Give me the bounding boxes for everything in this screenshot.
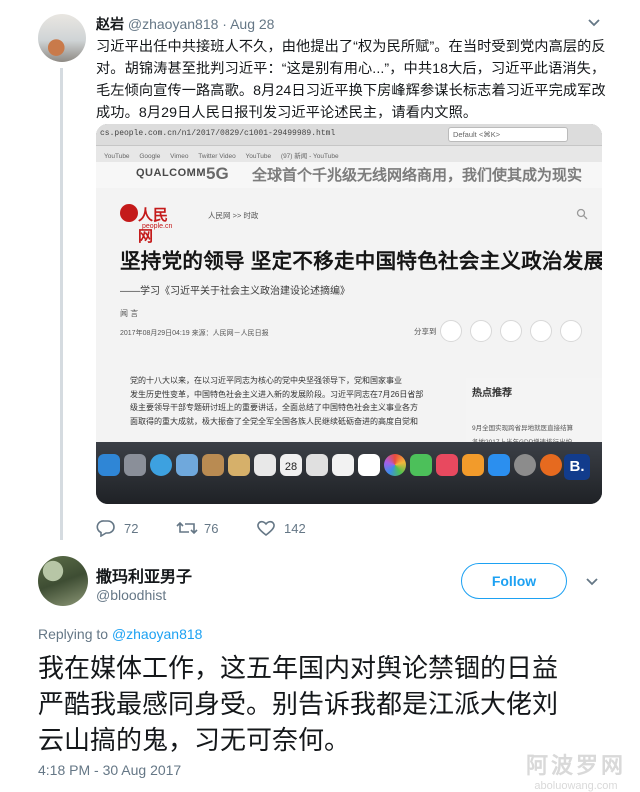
tweet-photo[interactable]: cs.people.com.cn/n1/2017/0829/c1001-2949… — [96, 124, 602, 504]
display-name[interactable]: 撒玛利亚男子 — [96, 563, 192, 587]
thread-connector-line — [60, 68, 63, 540]
parent-tweet[interactable]: 赵岩 @zhaoyan818 · Aug 28 习近平出任中共接班人不久，由他提… — [0, 0, 640, 548]
share-more-icon — [560, 320, 582, 342]
mail-icon — [176, 454, 198, 476]
booking-icon: B. — [564, 454, 590, 480]
banner-5g: 5G — [206, 164, 229, 183]
watermark-cn: 阿波罗网 — [525, 753, 626, 778]
people-logo: 人民网 people.cn — [120, 204, 178, 245]
reminders-icon — [306, 454, 328, 476]
settings-icon — [514, 454, 536, 476]
chevron-down-icon[interactable] — [584, 573, 600, 589]
launchpad-icon — [124, 454, 146, 476]
photos-icon — [384, 454, 406, 476]
tweet-text-line: 对。胡锦涛甚至批判习近平：“这是别有用心...”，中共18大后，习近平此语消失， — [96, 61, 606, 77]
retweet-icon — [176, 521, 198, 535]
photo-icon — [254, 454, 276, 476]
avatar[interactable] — [38, 14, 86, 62]
bookmark: (97) 新闻 - YouTube — [280, 153, 339, 160]
tweet-text-line: 习近平出任中共接班人不久，由他提出了“权为民所赋”。在当时受到党内高层的反 — [96, 39, 606, 55]
photo-url: cs.people.com.cn/n1/2017/0829/c1001-2949… — [100, 129, 336, 138]
tweet-date[interactable]: Aug 28 — [230, 16, 274, 32]
banner-slogan: 全球首个千兆级无线网络商用，我们使其成为现实 — [252, 167, 583, 184]
notes-icon — [228, 454, 250, 476]
replying-prefix: Replying to — [38, 626, 109, 642]
textedit-icon — [358, 454, 380, 476]
people-logo-mark — [120, 204, 138, 222]
photo-article-line: 党的十八大以来，在以习近平同志为核心的党中央坚强领导下，党和国家事业 — [130, 376, 402, 385]
photo-headline: 坚持党的领导 坚定不移走中国特色社会主义政治发展道路 — [120, 250, 602, 273]
avatar[interactable] — [38, 556, 88, 606]
share-weibo-icon — [470, 320, 492, 342]
share-wechat-icon — [500, 320, 522, 342]
notes2-icon — [332, 454, 354, 476]
bookmark: YouTube — [104, 153, 130, 160]
retweet-count: 76 — [204, 521, 219, 536]
share-people-icon — [440, 320, 462, 342]
share-star-icon — [530, 320, 552, 342]
photo-dateline: 2017年08月29日04:19 来源：人民网－人民日报 — [120, 330, 269, 337]
calendar-icon: 28 — [280, 454, 302, 476]
photo-bookmarks-bar: YouTube Google Vimeo Twitter Video YouTu… — [96, 146, 602, 162]
photo-mac-dock: 28 B. — [96, 442, 602, 504]
replying-handle-link[interactable]: @zhaoyan818 — [112, 626, 203, 642]
tweet-timestamp[interactable]: 4:18 PM - 30 Aug 2017 — [38, 762, 181, 778]
contacts-icon — [202, 454, 224, 476]
hot-item: 9月全国实现跨省异地就医直接结算 — [472, 425, 574, 432]
bookmark: YouTube — [245, 153, 272, 160]
banner-brand: QUALCOMM — [136, 167, 206, 179]
photo-address-field: Default <⌘K> — [448, 127, 568, 142]
photo-article-body: 党的十八大以来，在以习近平同志为核心的党中央坚强领导下，党和国家事业 发生历史性… — [130, 374, 460, 428]
photo-url-bar: cs.people.com.cn/n1/2017/0829/c1001-2949… — [96, 124, 602, 146]
watermark: 阿波罗网 aboluowang.com — [520, 748, 632, 792]
books-icon — [462, 454, 484, 476]
photo-share-label: 分享到 — [414, 327, 437, 336]
reply-icon — [96, 520, 115, 537]
firefox-icon — [540, 454, 562, 476]
handle[interactable]: @bloodhist — [96, 587, 166, 603]
replying-to: Replying to @zhaoyan818 — [38, 626, 202, 642]
reply-count: 72 — [124, 521, 139, 536]
photo-article-line: 发生历史性变革，中国特色社会主义进入新的发展阶段。习近平同志在7月26日省部 — [130, 389, 424, 399]
tweet-header: 赵岩 @zhaoyan818 · Aug 28 — [96, 14, 274, 34]
photo-author: 闻 言 — [120, 309, 139, 318]
display-name[interactable]: 赵岩 — [96, 16, 124, 32]
tweet-text-line: 成功。8月29日人民日报刊发习近平论述民主，请看内文照。 — [96, 105, 478, 121]
like-count: 142 — [284, 521, 306, 536]
bookmark: Vimeo — [170, 153, 189, 160]
music-icon — [436, 454, 458, 476]
photo-article-line: 面取得的重大成就，极大振奋了全党全军全国各族人民继续砥砺奋进的高度自觉和 — [130, 416, 418, 426]
facetime-icon — [410, 454, 432, 476]
watermark-en: aboluowang.com — [534, 780, 618, 792]
photo-share-icons — [440, 320, 590, 342]
photo-breadcrumb: 人民网 >> 时政 — [208, 211, 259, 220]
photo-subtitle: ——学习《习近平关于社会主义政治建设论述摘编》 — [120, 286, 350, 297]
photo-article-line: 级主要领导干部专题研讨班上的重要讲话，全面总结了中国特色社会主义事业各方 — [130, 403, 418, 412]
tweet-text: 习近平出任中共接班人不久，由他提出了“权为民所赋”。在当时受到党内高层的反 对。… — [96, 36, 612, 124]
bookmark: Google — [139, 153, 161, 160]
safari-icon — [150, 454, 172, 476]
separator: · — [222, 16, 227, 32]
handle[interactable]: @zhaoyan818 — [128, 16, 219, 32]
bookmark: Twitter Video — [198, 153, 236, 160]
tweet-text-line: 毛左倾向宣传一路高歌。8月24日习近平换下房峰辉参谋长标志着习近平完成军改 — [96, 83, 606, 99]
photo-screen: cs.people.com.cn/n1/2017/0829/c1001-2949… — [96, 124, 602, 458]
tweet-text-line: 严酷我最感同身受。别告诉我都是江派大佬刘 — [38, 689, 559, 719]
chevron-down-icon[interactable] — [586, 14, 602, 30]
hot-title: 热点推荐 — [472, 388, 512, 399]
tweet-text-line: 我在媒体工作，这五年国内对舆论禁锢的日益 — [38, 653, 559, 683]
follow-button[interactable]: Follow — [461, 563, 567, 599]
search-icon — [576, 208, 588, 220]
photo-ad-banner: QUALCOMM 5G 全球首个千兆级无线网络商用，我们使其成为现实 — [96, 162, 602, 188]
appstore-icon — [488, 454, 510, 476]
tweet-text: 我在媒体工作，这五年国内对舆论禁锢的日益 严酷我最感同身受。别告诉我都是江派大佬… — [38, 650, 604, 758]
people-logo-en: people.cn — [142, 223, 173, 230]
heart-icon — [257, 520, 275, 537]
finder-icon — [98, 454, 120, 476]
